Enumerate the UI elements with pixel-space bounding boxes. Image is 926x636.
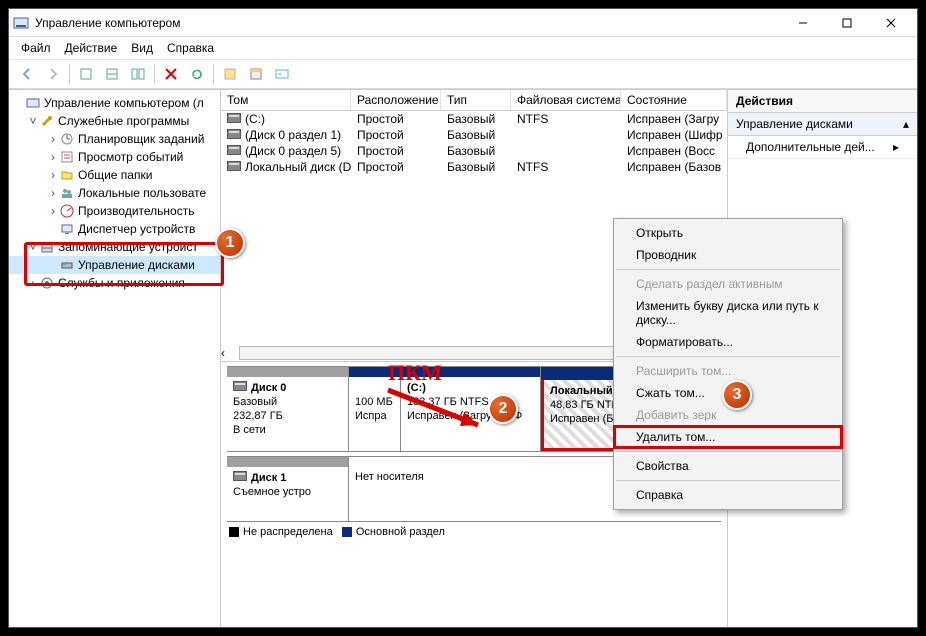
volume-table-header[interactable]: Том Расположение Тип Файловая система Со…	[221, 90, 727, 111]
table-row[interactable]: Локальный диск (D:)ПростойБазовыйNTFSИсп…	[221, 159, 727, 175]
disk-icon	[233, 381, 247, 391]
badge-1: 1	[215, 228, 245, 258]
tree-svcapps[interactable]: Службы и приложения	[58, 276, 185, 290]
view-button-1[interactable]	[74, 63, 98, 85]
ctx-properties[interactable]: Свойства	[614, 455, 842, 477]
tree-diskmgmt[interactable]: Управление дисками	[78, 258, 195, 272]
users-icon	[59, 185, 75, 201]
ctx-format[interactable]: Форматировать...	[614, 331, 842, 353]
col-state[interactable]: Состояние	[621, 90, 727, 111]
tool-icon-3[interactable]	[270, 63, 294, 85]
delete-icon[interactable]	[159, 63, 183, 85]
tree-devmgr[interactable]: Диспетчер устройств	[78, 222, 195, 236]
app-icon	[13, 15, 29, 31]
table-row[interactable]: (Диск 0 раздел 5)ПростойБазовыйИсправен …	[221, 143, 727, 159]
chevron-right-icon: ▸	[893, 140, 899, 154]
tree-events[interactable]: Просмотр событий	[78, 150, 183, 164]
svc-icon	[39, 275, 55, 291]
menu-view[interactable]: Вид	[125, 39, 159, 57]
disk-icon	[59, 257, 75, 273]
refresh-icon[interactable]	[185, 63, 209, 85]
tree-scheduler[interactable]: Планировщик заданий	[78, 132, 204, 146]
table-row[interactable]: (C:)ПростойБазовыйNTFSИсправен (Загру	[221, 111, 727, 127]
badge-3: 3	[722, 380, 752, 410]
ctx-explorer[interactable]: Проводник	[614, 244, 842, 266]
context-menu: Открыть Проводник Сделать раздел активны…	[613, 218, 843, 510]
table-row[interactable]: (Диск 0 раздел 1)ПростойБазовыйИсправен …	[221, 127, 727, 143]
folder-icon	[59, 167, 75, 183]
window-title: Управление компьютером	[35, 16, 781, 30]
titlebar: Управление компьютером	[9, 9, 917, 37]
view-button-2[interactable]	[100, 63, 124, 85]
device-icon	[59, 221, 75, 237]
menu-help[interactable]: Справка	[161, 39, 220, 57]
tool-icon-2[interactable]	[244, 63, 268, 85]
back-button[interactable]	[15, 63, 39, 85]
ctx-extend: Расширить том...	[614, 360, 842, 382]
tree-storage[interactable]: Запоминающие устройст	[58, 240, 198, 254]
legend: Не распределена Основной раздел	[221, 524, 727, 544]
actions-more[interactable]: Дополнительные дей...▸	[728, 136, 917, 159]
tree-root[interactable]: Управление компьютером (л	[44, 96, 204, 110]
ctx-open[interactable]: Открыть	[614, 222, 842, 244]
col-volume[interactable]: Том	[221, 90, 351, 111]
tree-shares[interactable]: Общие папки	[78, 168, 152, 182]
clock-icon	[59, 131, 75, 147]
close-button[interactable]	[869, 9, 913, 37]
actions-header: Действия	[728, 90, 917, 113]
disk-0-label[interactable]: Диск 0 Базовый 232,87 ГБ В сети	[227, 367, 349, 451]
ctx-help[interactable]: Справка	[614, 484, 842, 506]
col-type[interactable]: Тип	[441, 90, 511, 111]
tree-users[interactable]: Локальные пользовате	[78, 186, 206, 200]
view-button-3[interactable]	[126, 63, 150, 85]
storage-icon	[39, 239, 55, 255]
col-layout[interactable]: Расположение	[351, 90, 441, 111]
col-fs[interactable]: Файловая система	[511, 90, 621, 111]
badge-2: 2	[488, 394, 518, 424]
disk-icon	[233, 471, 247, 481]
ctx-delete-volume[interactable]: Удалить том...	[614, 426, 842, 448]
tools-icon	[39, 113, 55, 129]
menubar: Файл Действие Вид Справка	[9, 37, 917, 59]
computer-icon	[25, 95, 41, 111]
forward-button[interactable]	[41, 63, 65, 85]
perf-icon	[59, 203, 75, 219]
actions-group[interactable]: Управление дисками▴	[728, 113, 917, 136]
collapse-icon: ▴	[903, 117, 909, 131]
maximize-button[interactable]	[825, 9, 869, 37]
disk-1-label[interactable]: Диск 1 Съемное устро	[227, 457, 349, 521]
minimize-button[interactable]	[781, 9, 825, 37]
events-icon	[59, 149, 75, 165]
menu-action[interactable]: Действие	[59, 39, 124, 57]
tree-services[interactable]: Служебные программы	[58, 114, 189, 128]
ctx-make-active: Сделать раздел активным	[614, 273, 842, 295]
nav-tree[interactable]: Управление компьютером (л ˅Служебные про…	[9, 90, 221, 627]
toolbar	[9, 59, 917, 89]
menu-file[interactable]: Файл	[15, 39, 57, 57]
tool-icon-1[interactable]	[218, 63, 242, 85]
ctx-change-letter[interactable]: Изменить букву диска или путь к диску...	[614, 295, 842, 331]
tree-perf[interactable]: Производительность	[78, 204, 194, 218]
